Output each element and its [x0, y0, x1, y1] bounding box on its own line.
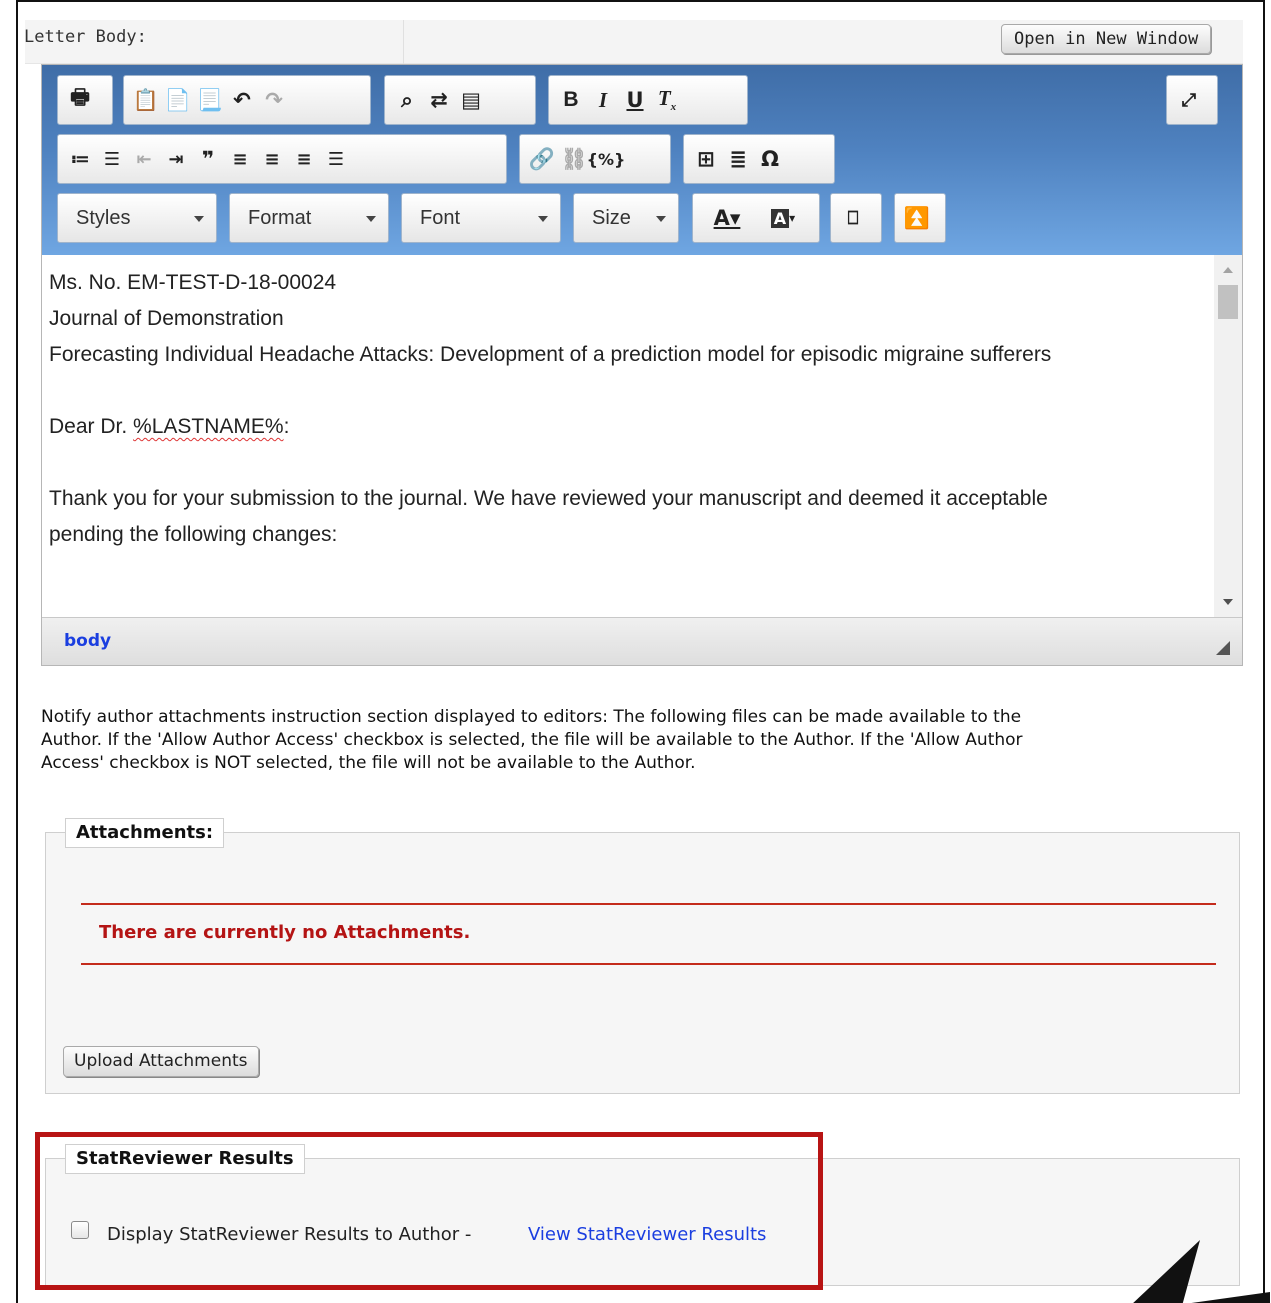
scroll-down-icon[interactable]: [1223, 599, 1233, 605]
upload-attachments-button[interactable]: Upload Attachments: [63, 1046, 259, 1077]
paste-icon[interactable]: 📋: [130, 84, 162, 116]
editor-toolbar: 🖶 📋 📄 📃 ↶ ↷ ⌕ ⇄ ▤ B I U Tx ⤢ ≔ ☰ ⇤ ⇥ ❞ ≡…: [42, 65, 1242, 255]
paste-text-icon[interactable]: 📄: [162, 84, 194, 116]
merge-field-icon[interactable]: {%}: [587, 143, 626, 175]
text-color-icon[interactable]: A▾: [699, 202, 755, 234]
element-path-body[interactable]: body: [64, 631, 111, 651]
rich-text-editor: 🖶 📋 📄 📃 ↶ ↷ ⌕ ⇄ ▤ B I U Tx ⤢ ≔ ☰ ⇤ ⇥ ❞ ≡…: [41, 64, 1243, 666]
blockquote-icon[interactable]: ❞: [192, 143, 224, 175]
greeting-prefix: Dear Dr.: [49, 415, 134, 438]
scroll-up-icon[interactable]: [1223, 267, 1233, 273]
editor-scrollbar[interactable]: [1214, 255, 1242, 617]
star-annotation-icon: [1133, 1240, 1270, 1303]
background-color-icon[interactable]: A ▾: [755, 202, 811, 234]
undo-icon[interactable]: ↶: [226, 84, 258, 116]
size-dropdown[interactable]: Size: [573, 193, 679, 243]
body-paragraph-line-1: Thank you for your submission to the jou…: [49, 487, 1048, 510]
show-blocks-icon[interactable]: ⎕: [837, 202, 869, 234]
editor-content[interactable]: Ms. No. EM-TEST-D-18-00024 Journal of De…: [42, 255, 1214, 617]
horizontal-rule-icon[interactable]: ≣: [722, 143, 754, 175]
toolbar-group-find: ⌕ ⇄ ▤: [384, 75, 536, 125]
outdent-icon[interactable]: ⇤: [128, 143, 160, 175]
print-icon[interactable]: 🖶: [64, 84, 96, 116]
align-center-icon[interactable]: ≡: [256, 143, 288, 175]
toolbar-group-clipboard: 📋 📄 📃 ↶ ↷: [123, 75, 371, 125]
format-dropdown-label: Format: [248, 206, 312, 229]
toolbar-group-maximize: ⤢: [1166, 75, 1218, 125]
bulleted-list-icon[interactable]: ☰: [96, 143, 128, 175]
paste-word-icon[interactable]: 📃: [194, 84, 226, 116]
styles-dropdown-label: Styles: [76, 206, 131, 229]
size-dropdown-label: Size: [592, 206, 631, 229]
collapse-toolbar-icon[interactable]: ⏫: [901, 202, 933, 234]
toolbar-group-showblocks: ⎕: [830, 193, 882, 243]
justify-icon[interactable]: ☰: [320, 143, 352, 175]
attachments-legend: Attachments:: [65, 818, 225, 848]
select-all-icon[interactable]: ▤: [455, 84, 487, 116]
scroll-thumb[interactable]: [1218, 285, 1238, 319]
indent-icon[interactable]: ⇥: [160, 143, 192, 175]
toolbar-group-colors: A▾ A ▾: [692, 193, 820, 243]
no-attachments-message: There are currently no Attachments.: [99, 922, 471, 943]
manuscript-number-line: Ms. No. EM-TEST-D-18-00024: [49, 271, 337, 294]
notify-line-3: Access' checkbox is NOT selected, the fi…: [41, 753, 696, 773]
toolbar-group-paragraph: ≔ ☰ ⇤ ⇥ ❞ ≡ ≡ ≡ ☰: [57, 134, 507, 184]
numbered-list-icon[interactable]: ≔: [64, 143, 96, 175]
chevron-down-icon: [538, 216, 548, 222]
notify-line-1: Notify author attachments instruction se…: [41, 707, 1022, 727]
maximize-icon[interactable]: ⤢: [1173, 84, 1205, 116]
align-left-icon[interactable]: ≡: [224, 143, 256, 175]
format-dropdown[interactable]: Format: [229, 193, 389, 243]
chevron-down-icon: [194, 216, 204, 222]
italic-icon[interactable]: I: [587, 84, 619, 116]
chevron-down-icon: [656, 216, 666, 222]
highlight-box: [35, 1132, 823, 1290]
styles-dropdown[interactable]: Styles: [57, 193, 217, 243]
toolbar-group-basic-styles: B I U Tx: [548, 75, 748, 125]
replace-icon[interactable]: ⇄: [423, 84, 455, 116]
manuscript-title-line: Forecasting Individual Headache Attacks:…: [49, 343, 1052, 366]
chevron-down-icon: [366, 216, 376, 222]
notify-instructions: Notify author attachments instruction se…: [41, 706, 1221, 775]
toolbar-group-collapse: ⏫: [894, 193, 946, 243]
journal-name-line: Journal of Demonstration: [49, 307, 284, 330]
toolbar-group-insert: ⊞ ≣ Ω: [683, 134, 835, 184]
find-icon[interactable]: ⌕: [391, 84, 423, 116]
align-right-icon[interactable]: ≡: [288, 143, 320, 175]
underline-icon[interactable]: U: [619, 84, 651, 116]
lastname-merge-field: %LASTNAME%: [133, 415, 284, 438]
resize-handle-icon[interactable]: [1216, 641, 1230, 655]
redo-icon[interactable]: ↷: [258, 84, 290, 116]
open-in-new-window-button[interactable]: Open in New Window: [1001, 24, 1212, 54]
attachments-divider-bottom: [81, 963, 1216, 965]
attachments-divider-top: [81, 903, 1216, 905]
toolbar-group-print: 🖶: [57, 75, 113, 125]
greeting-suffix: :: [283, 415, 290, 438]
letter-body-label: Letter Body:: [24, 27, 147, 47]
special-char-icon[interactable]: Ω: [754, 143, 786, 175]
font-dropdown[interactable]: Font: [401, 193, 561, 243]
greeting-line: Dear Dr. %LASTNAME%:: [49, 409, 1207, 445]
link-icon[interactable]: 🔗: [526, 143, 558, 175]
table-icon[interactable]: ⊞: [690, 143, 722, 175]
body-paragraph-line-2: pending the following changes:: [49, 523, 338, 546]
unlink-icon[interactable]: ⛓: [558, 143, 590, 175]
element-path-bar: body: [42, 617, 1242, 665]
notify-line-2: Author. If the 'Allow Author Access' che…: [41, 730, 1023, 750]
remove-format-icon[interactable]: Tx: [651, 84, 683, 116]
font-dropdown-label: Font: [420, 206, 461, 229]
header-divider: [403, 20, 404, 64]
toolbar-group-links: 🔗 ⛓ {%}: [519, 134, 671, 184]
bold-icon[interactable]: B: [555, 84, 587, 116]
